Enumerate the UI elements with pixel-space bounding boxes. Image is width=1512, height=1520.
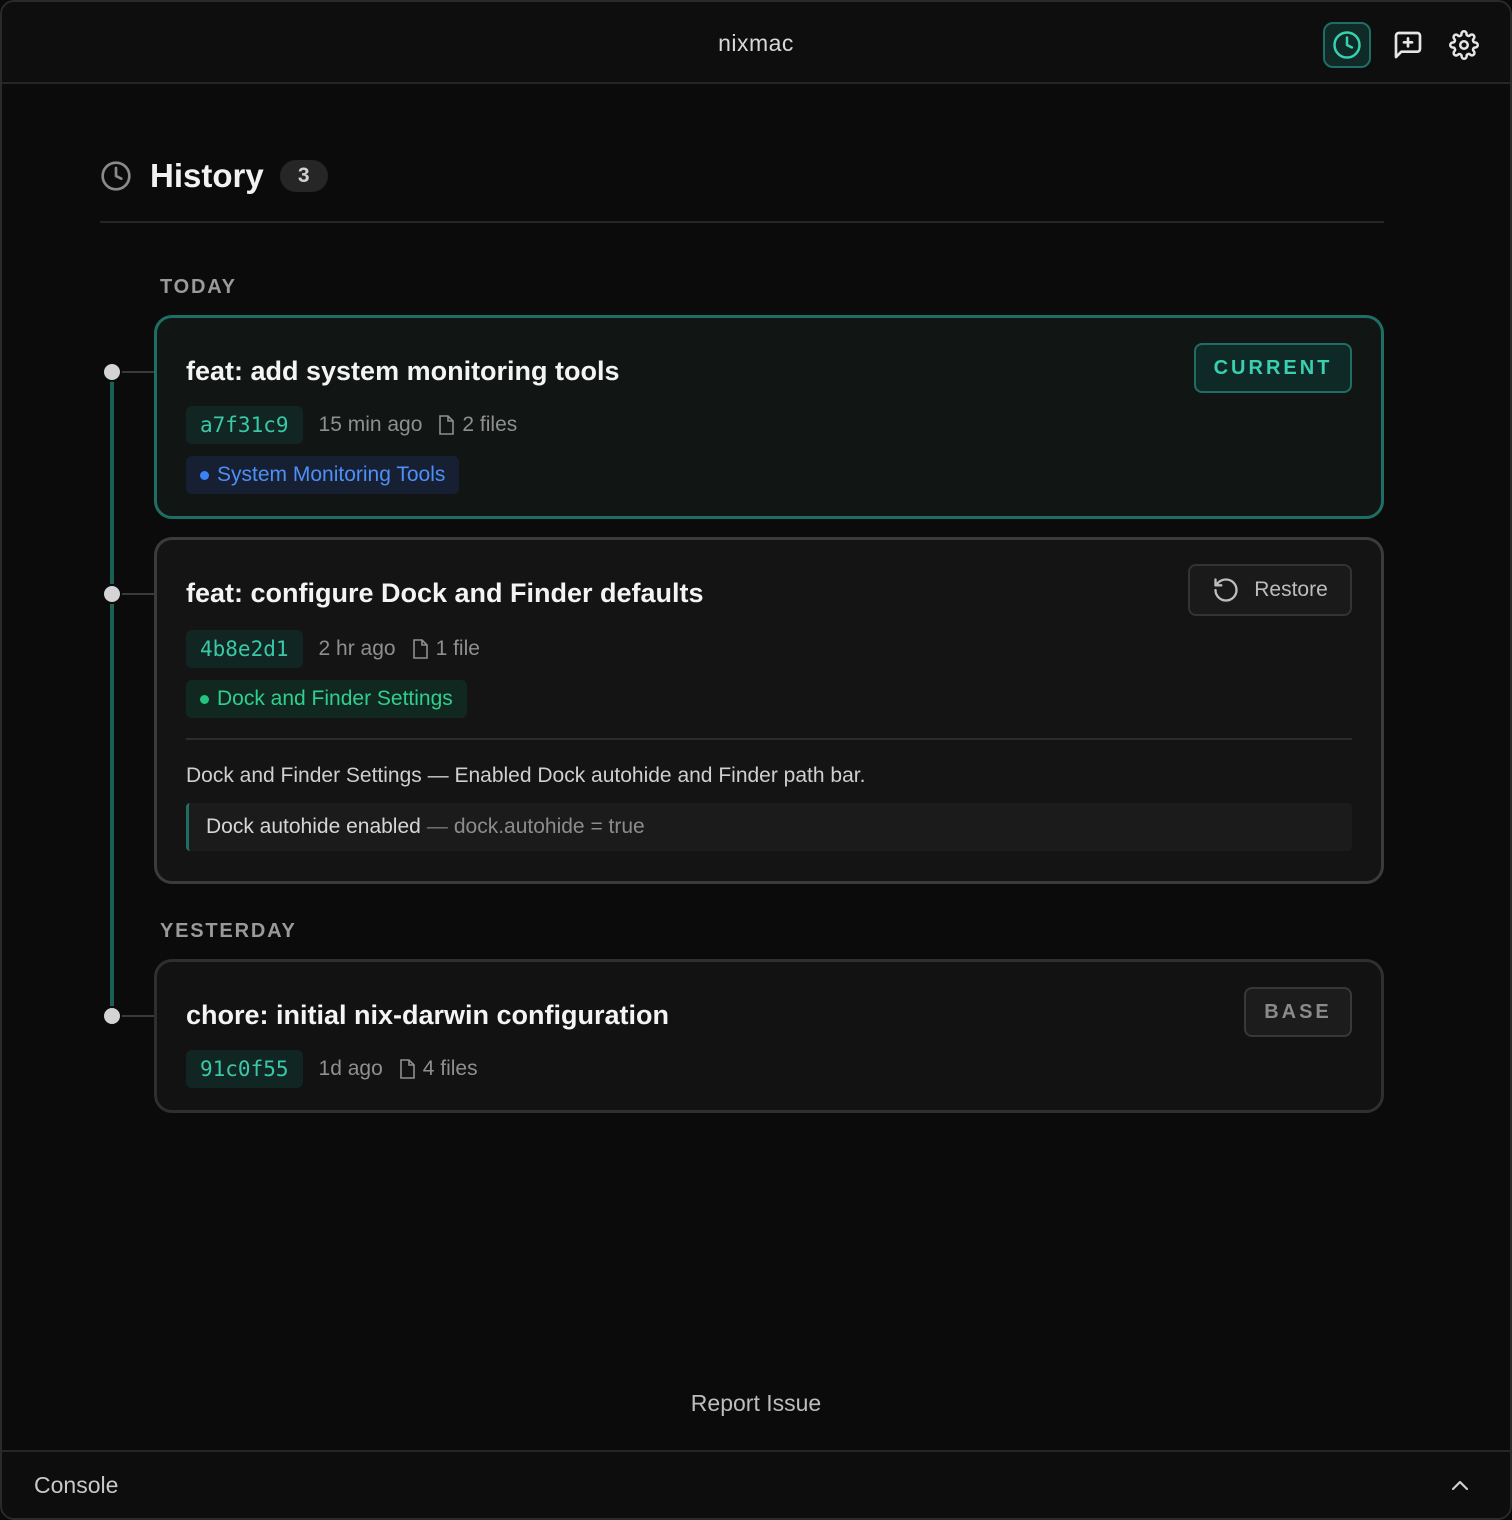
- history-title: History: [150, 157, 264, 194]
- commit-tag[interactable]: Dock and Finder Settings: [186, 680, 467, 718]
- timeline-dot: [102, 1006, 122, 1026]
- commit-meta: 4b8e2d1 2 hr ago 1 file: [186, 630, 480, 668]
- commit-meta: a7f31c9 15 min ago 2 files: [186, 406, 517, 444]
- commit-files: 2 files: [438, 413, 517, 437]
- app-window: nixmac History 3 TODAY feat: add system …: [0, 0, 1512, 1520]
- change-value: dock.autohide = true: [453, 815, 645, 838]
- commit-card-current[interactable]: feat: add system monitoring tools CURREN…: [154, 315, 1384, 519]
- current-badge: CURRENT: [1194, 343, 1352, 393]
- commit-time: 1d ago: [318, 1057, 383, 1080]
- file-icon: [439, 415, 455, 435]
- restore-icon: [1214, 578, 1238, 602]
- timeline-dot: [102, 362, 122, 382]
- console-label: Console: [34, 1471, 119, 1498]
- commit-files: 1 file: [412, 637, 480, 661]
- tag-dot: [200, 470, 209, 480]
- commit-files: 4 files: [399, 1057, 478, 1081]
- restore-label: Restore: [1254, 578, 1328, 601]
- timeline-connector: [120, 371, 156, 373]
- console-bar[interactable]: Console: [2, 1450, 1510, 1518]
- history-count-badge: 3: [279, 160, 328, 192]
- header-divider: [100, 221, 1384, 223]
- timeline-connector: [120, 593, 156, 595]
- message-plus-icon: [1394, 31, 1422, 59]
- timeline-connector: [120, 1015, 156, 1017]
- commit-hash[interactable]: 4b8e2d1: [186, 630, 303, 668]
- commit-hash[interactable]: a7f31c9: [186, 406, 303, 444]
- commit-tag-label: Dock and Finder Settings: [217, 687, 453, 710]
- commit-tag-label: System Monitoring Tools: [217, 463, 446, 486]
- commit-files-count: 1 file: [435, 637, 480, 660]
- restore-button[interactable]: Restore: [1188, 564, 1352, 616]
- group-label-today: TODAY: [160, 276, 237, 298]
- commit-tag[interactable]: System Monitoring Tools: [186, 456, 460, 494]
- tag-dot: [200, 694, 209, 704]
- commit-meta: 91c0f55 1d ago 4 files: [186, 1050, 478, 1088]
- file-icon: [412, 639, 428, 659]
- report-issue-link[interactable]: Report Issue: [2, 1390, 1510, 1417]
- change-item: Dock autohide enabled — dock.autohide = …: [186, 803, 1352, 851]
- commit-title: feat: configure Dock and Finder defaults: [186, 578, 704, 608]
- commit-hash[interactable]: 91c0f55: [186, 1050, 303, 1088]
- timeline-dot: [102, 584, 122, 604]
- change-separator: —: [426, 815, 448, 838]
- change-title: Dock autohide enabled: [206, 815, 421, 838]
- base-badge: BASE: [1244, 987, 1352, 1037]
- clock-icon: [1333, 31, 1361, 59]
- gear-icon: [1449, 30, 1479, 60]
- commit-card-base[interactable]: chore: initial nix-darwin configuration …: [154, 959, 1384, 1113]
- commit-title: feat: add system monitoring tools: [186, 356, 620, 386]
- commit-time: 15 min ago: [318, 413, 423, 436]
- commit-title: chore: initial nix-darwin configuration: [186, 1000, 670, 1030]
- commit-card[interactable]: feat: configure Dock and Finder defaults…: [154, 537, 1384, 884]
- file-icon: [399, 1059, 415, 1079]
- commit-files-count: 2 files: [462, 413, 518, 436]
- clock-icon: [101, 161, 131, 191]
- chevron-up-icon[interactable]: [1448, 1474, 1472, 1498]
- group-label-yesterday: YESTERDAY: [160, 920, 297, 942]
- timeline-line: [110, 372, 114, 1016]
- new-chat-button[interactable]: [1384, 22, 1432, 68]
- commit-time: 2 hr ago: [318, 637, 396, 660]
- commit-summary: Dock and Finder Settings — Enabled Dock …: [186, 764, 866, 787]
- app-title: nixmac: [718, 30, 794, 56]
- card-divider: [186, 738, 1352, 740]
- commit-files-count: 4 files: [422, 1057, 478, 1080]
- history-button[interactable]: [1323, 22, 1371, 68]
- history-header: History 3: [100, 154, 328, 198]
- settings-button[interactable]: [1440, 22, 1488, 68]
- titlebar: nixmac: [2, 2, 1510, 84]
